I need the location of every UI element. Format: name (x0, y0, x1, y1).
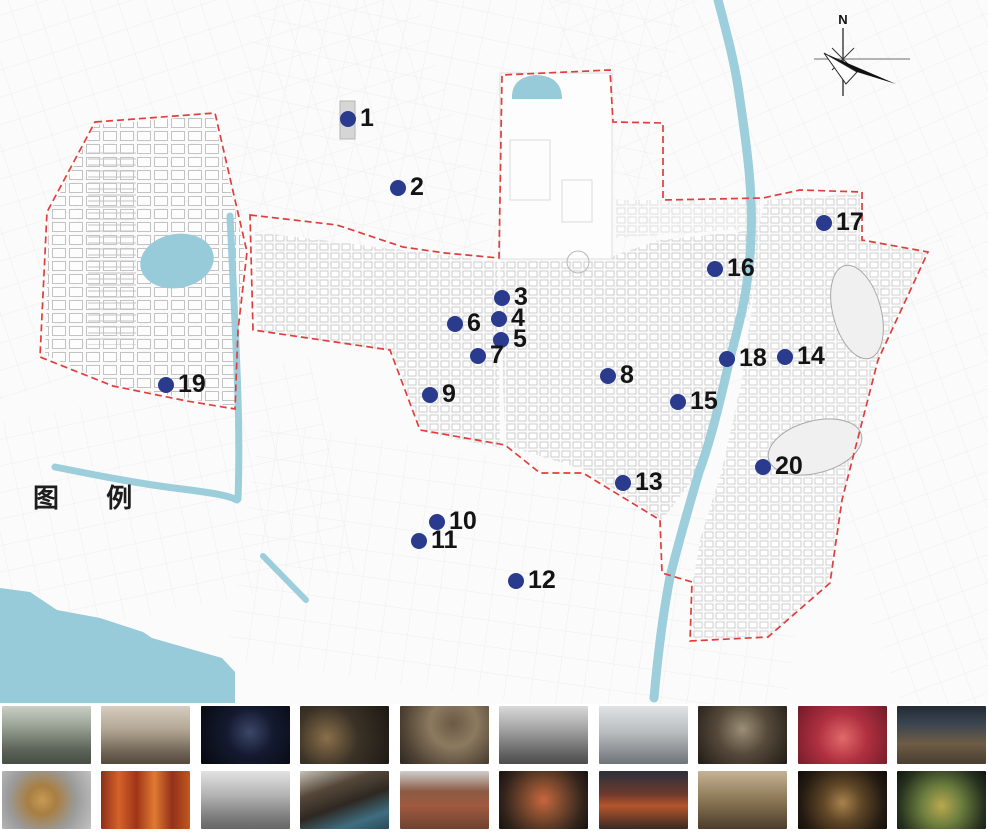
point-dot (816, 215, 832, 231)
point-number: 19 (178, 370, 206, 399)
city-map: 图 例 N 1234567891011121314151617181920 (0, 0, 988, 704)
photo-artisan-at-work-portrait (698, 706, 787, 764)
point-number: 14 (797, 342, 825, 371)
point-dot (447, 316, 463, 332)
point-dot (491, 311, 507, 327)
photo-street-market-arcade (2, 706, 91, 764)
point-dot (390, 180, 406, 196)
photo-night-dragon-dance-show (201, 706, 290, 764)
photo-teahouse-interior-people (400, 706, 489, 764)
photo-red-brick-temple (400, 771, 489, 829)
gallery-row-2 (0, 771, 988, 829)
point-number: 20 (775, 452, 803, 481)
point-dot (508, 573, 524, 589)
photo-colonial-arcade-courtyard (499, 706, 588, 764)
photo-arched-tunnel-exhibit (798, 771, 887, 829)
point-dot (422, 387, 438, 403)
point-number: 5 (513, 325, 527, 354)
photo-sepia-industrial-exhibit (698, 771, 787, 829)
point-dot (615, 475, 631, 491)
photo-monochrome-stage-set (201, 771, 290, 829)
photo-gallery (0, 706, 988, 836)
photo-dark-curio-shop-interior (300, 706, 389, 764)
park-area (500, 73, 612, 259)
point-number: 9 (442, 380, 456, 409)
point-number: 11 (431, 526, 457, 555)
photo-red-dyed-fabric-strips (101, 771, 190, 829)
point-dot (707, 261, 723, 277)
point-dot (600, 368, 616, 384)
photo-night-lantern-street (599, 771, 688, 829)
point-number: 1 (360, 104, 374, 133)
point-dot (670, 394, 686, 410)
photo-historic-western-facade (599, 706, 688, 764)
photo-red-lantern-stall (798, 706, 887, 764)
point-dot (470, 348, 486, 364)
point-number: 13 (635, 468, 663, 497)
photo-old-shopfront-sign (101, 706, 190, 764)
point-number: 6 (467, 309, 481, 338)
point-dot (411, 533, 427, 549)
point-number: 12 (528, 566, 556, 595)
north-label: N (838, 12, 847, 27)
point-dot (777, 349, 793, 365)
point-number: 17 (836, 208, 864, 237)
gallery-row-1 (0, 706, 988, 764)
point-number: 2 (410, 173, 424, 202)
photo-bamboo-woven-ball (2, 771, 91, 829)
photo-illuminated-night-garden (897, 771, 986, 829)
point-number: 18 (739, 344, 767, 373)
photo-courtyard-with-pool (300, 771, 389, 829)
point-dot (755, 459, 771, 475)
photo-modern-exhibition-hall (897, 706, 986, 764)
point-number: 16 (727, 254, 755, 283)
point-dot (340, 111, 356, 127)
point-dot (494, 290, 510, 306)
point-number: 8 (620, 361, 634, 390)
point-dot (719, 351, 735, 367)
point-number: 15 (690, 387, 718, 416)
point-number: 7 (490, 341, 504, 370)
photo-colorful-puppets (499, 771, 588, 829)
north-arrow: N (810, 12, 930, 112)
point-dot (158, 377, 174, 393)
legend-title: 图 例 (33, 478, 152, 515)
